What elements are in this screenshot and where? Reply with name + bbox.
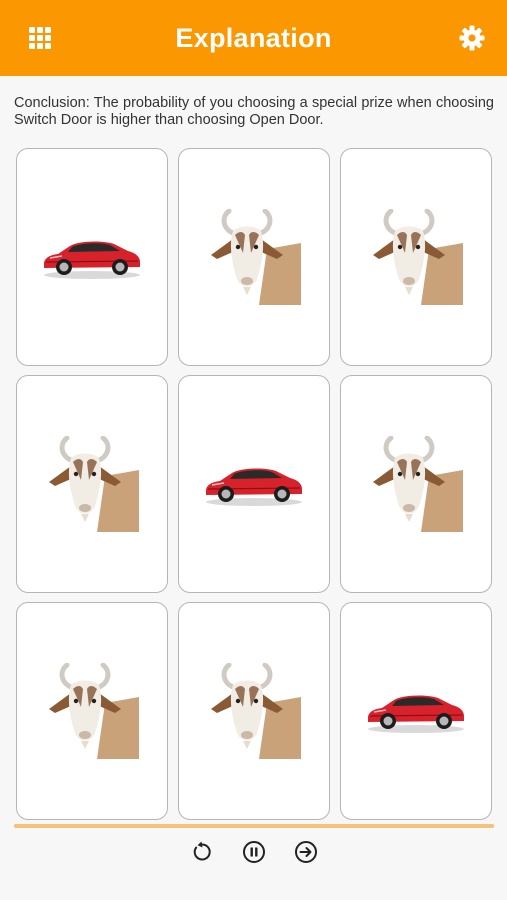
door-card-7-goat[interactable]: [16, 602, 168, 820]
pause-button[interactable]: [242, 840, 266, 864]
playback-controls: [0, 840, 507, 870]
door-card-1-car[interactable]: [16, 148, 168, 366]
next-button[interactable]: [294, 840, 318, 864]
goat-image: [49, 436, 139, 532]
settings-button[interactable]: [456, 22, 488, 54]
door-card-4-goat[interactable]: [16, 375, 168, 593]
goat-image: [373, 436, 463, 532]
goat-image: [211, 663, 301, 759]
restart-icon: [193, 841, 211, 861]
door-card-5-car[interactable]: [178, 375, 330, 593]
car-image: [206, 468, 302, 506]
door-card-3-goat[interactable]: [340, 148, 492, 366]
grid-menu-icon: [29, 27, 51, 49]
menu-button[interactable]: [24, 22, 56, 54]
door-grid: [16, 148, 492, 820]
gear-icon: [459, 25, 485, 51]
pause-icon: [242, 841, 265, 863]
car-image: [44, 241, 140, 279]
goat-image: [211, 209, 301, 305]
door-card-9-car[interactable]: [340, 602, 492, 820]
car-image: [368, 695, 464, 733]
door-card-8-goat[interactable]: [178, 602, 330, 820]
page-title: Explanation: [175, 22, 332, 53]
conclusion-text: Conclusion: The probability of you choos…: [14, 95, 494, 128]
goat-image: [49, 663, 139, 759]
next-icon: [294, 841, 317, 863]
door-card-6-goat[interactable]: [340, 375, 492, 593]
door-card-2-goat[interactable]: [178, 148, 330, 366]
header-bar: Explanation: [0, 0, 507, 76]
goat-image: [373, 209, 463, 305]
restart-button[interactable]: [190, 840, 214, 864]
progress-bar: [14, 824, 494, 828]
progress-fill: [14, 824, 494, 828]
